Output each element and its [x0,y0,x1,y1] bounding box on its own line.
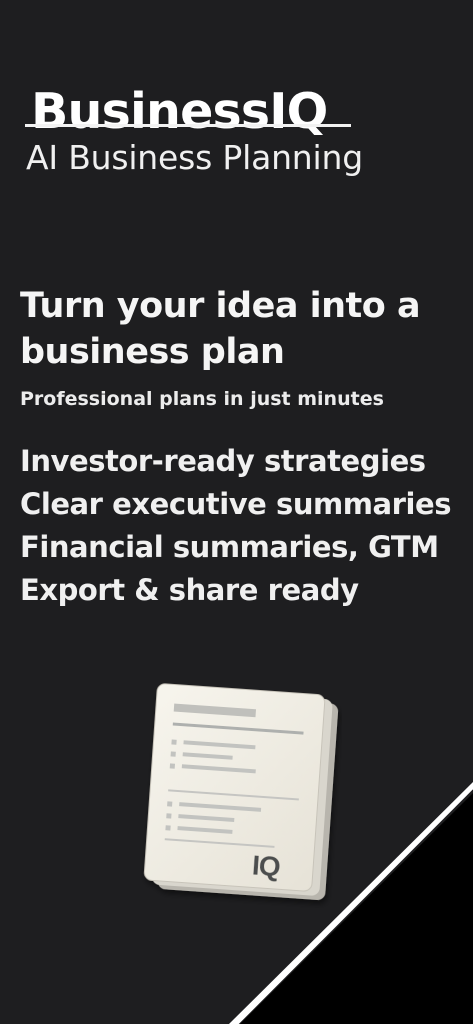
feature-item-investor: Investor-ready strategies [20,444,426,478]
feature-item-export: Export & share ready [20,573,359,607]
app-title: BusinessIQ [31,82,328,140]
feature-item-financial: Financial summaries, GTM [20,530,439,564]
app-promo-screen: BusinessIQ AI Business Planning Turn you… [0,0,473,1024]
feature-item-summaries: Clear executive summaries [20,487,452,521]
hero-subhead: Professional plans in just minutes [20,388,384,410]
hero-headline: Turn your idea into a business plan [20,286,421,372]
title-divider [25,124,351,127]
feature-list: Investor-ready strategies Clear executiv… [20,440,465,612]
business-plan-document-icon: IQ [143,683,339,900]
app-tagline: AI Business Planning [26,138,363,177]
document-iq-badge: IQ [251,849,281,882]
